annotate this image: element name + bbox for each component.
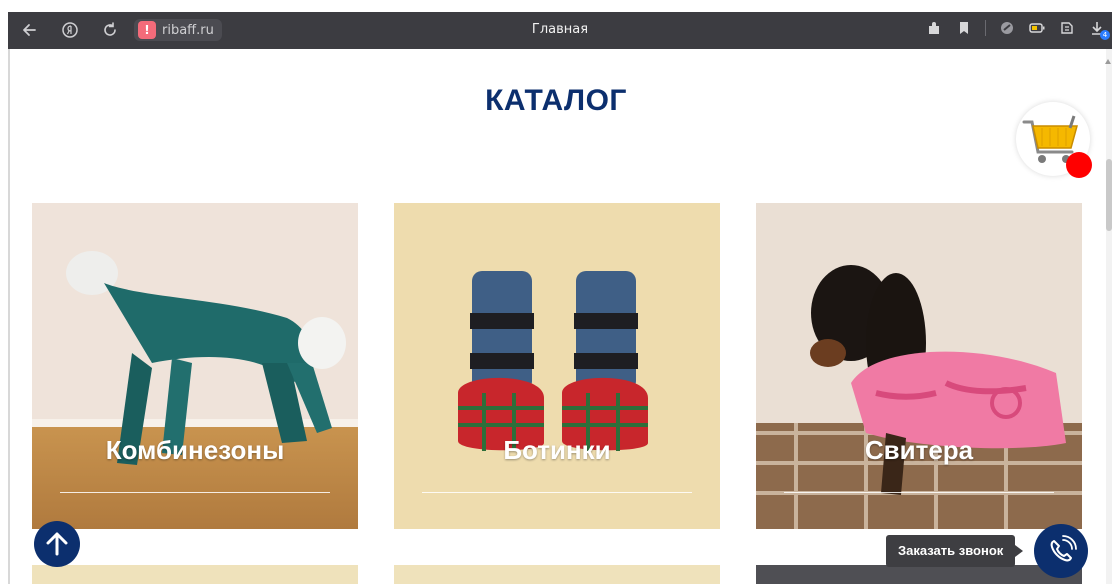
card-divider (60, 492, 330, 493)
card-title: Комбинезоны (105, 435, 285, 465)
catalog-card-next-1[interactable] (32, 565, 358, 584)
page-title: КАТАЛОГ (485, 84, 627, 117)
download-count-badge: 4 (1100, 30, 1110, 40)
callback-tooltip[interactable]: Заказать звонок (886, 535, 1024, 567)
scrollbar[interactable] (1105, 49, 1112, 584)
download-icon[interactable]: 4 (1088, 19, 1110, 40)
card-title: Свитера (864, 435, 974, 465)
battery-icon[interactable] (1028, 19, 1046, 37)
toolbar-right-icons: 4 (925, 19, 1110, 40)
scroll-up-icon[interactable] (1105, 59, 1111, 64)
content-left-edge (8, 49, 10, 584)
bookmark-icon[interactable] (955, 19, 973, 37)
sweater-dog-photo (756, 203, 1082, 529)
cart-count-dot (1066, 152, 1092, 178)
browser-toolbar: ! ribaff.ru Главная 4 (8, 12, 1112, 49)
scroll-thumb[interactable] (1106, 159, 1112, 231)
phone-icon (1050, 535, 1077, 562)
arrow-up-icon (46, 532, 68, 556)
catalog-card-sweaters[interactable]: Свитера (756, 203, 1082, 529)
extension-icon[interactable] (925, 19, 943, 37)
catalog-card-overalls[interactable]: Комбинезоны (32, 203, 358, 529)
scroll-to-top-button[interactable] (34, 521, 80, 567)
catalog-card-next-2[interactable] (394, 565, 720, 584)
cart-button[interactable] (1016, 102, 1092, 178)
toolbar-separator (985, 20, 986, 36)
card-divider (784, 492, 1054, 493)
boots-photo (394, 203, 720, 529)
catalog-card-boots[interactable]: Ботинки (394, 203, 720, 529)
card-title: Ботинки (503, 435, 611, 465)
reader-icon[interactable] (1058, 19, 1076, 37)
vpn-icon[interactable] (998, 19, 1016, 37)
card-divider (422, 492, 692, 493)
overalls-dog-photo (32, 203, 358, 529)
callback-button[interactable] (1034, 524, 1088, 578)
